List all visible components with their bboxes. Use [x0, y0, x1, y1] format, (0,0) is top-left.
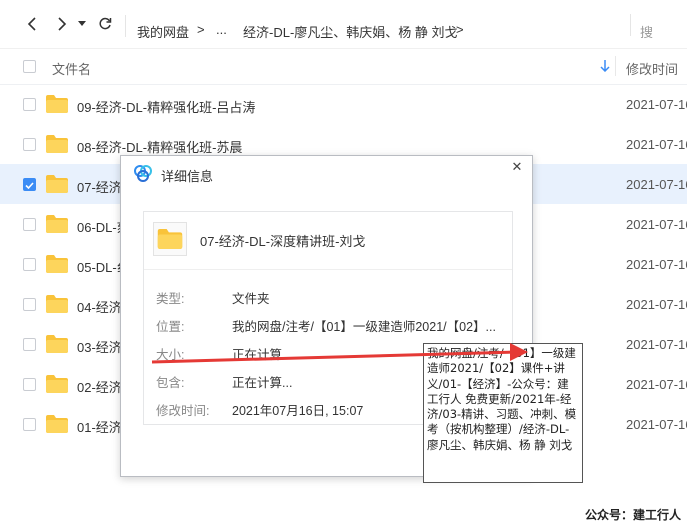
annotation-arrow — [151, 343, 528, 364]
watermark: 公众号：建工行人 — [585, 508, 682, 522]
